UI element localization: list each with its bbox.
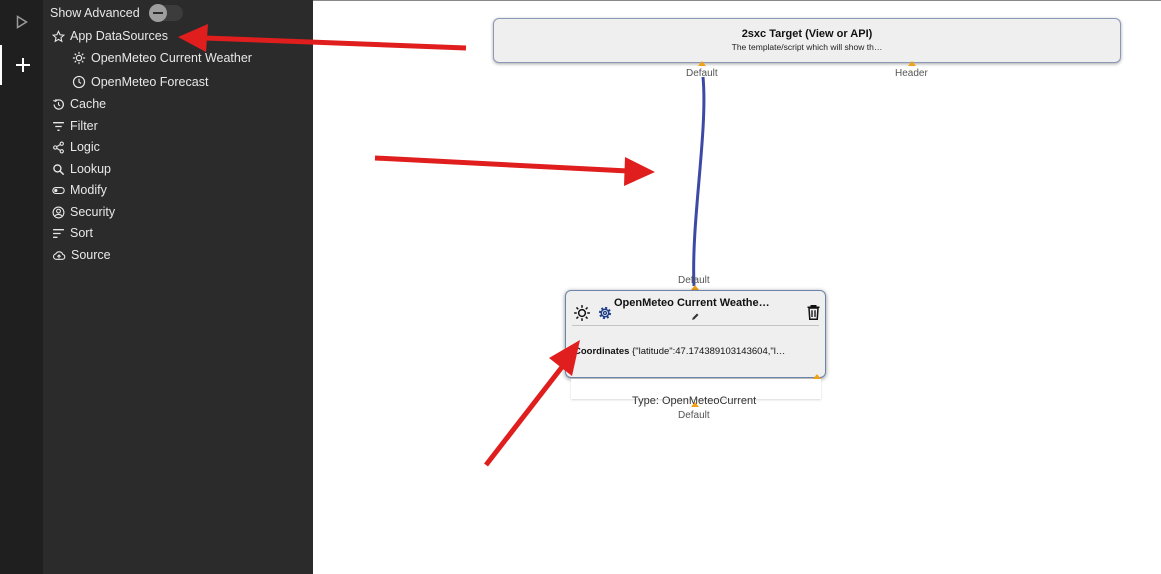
sidebar-item-label: OpenMeteo Current Weather xyxy=(91,51,252,65)
sidebar-item-label: Lookup xyxy=(70,162,112,176)
sidebar-item-modify[interactable]: Modify xyxy=(52,183,107,197)
sidebar-item-label: OpenMeteo Forecast xyxy=(91,75,209,89)
sidebar-item-label: Filter xyxy=(70,119,98,133)
search-icon xyxy=(53,163,65,175)
show-advanced-label: Show Advanced xyxy=(50,6,140,20)
sidebar-item-label: Sort xyxy=(70,226,93,240)
add-button[interactable] xyxy=(0,45,43,85)
sidebar-item-openmeteo-current[interactable]: OpenMeteo Current Weather xyxy=(72,51,252,65)
property-value: {"latitude":47.174389103143604,"l… xyxy=(632,346,786,357)
connection-line[interactable] xyxy=(313,1,1161,574)
datasource-out-port[interactable] xyxy=(691,402,699,407)
cloud-upload-icon xyxy=(53,250,66,260)
run-button[interactable] xyxy=(0,2,43,42)
sidebar-item-label: Security xyxy=(70,205,116,219)
sidebar-item-label: Modify xyxy=(70,183,107,197)
target-node[interactable]: 2sxc Target (View or API) The template/s… xyxy=(493,18,1121,63)
datasource-separator xyxy=(572,325,819,326)
show-advanced-row[interactable]: Show Advanced xyxy=(50,4,183,22)
datasource-panel: Show Advanced App DataSources OpenMeteo … xyxy=(43,0,313,574)
edit-pencil-icon[interactable] xyxy=(691,312,700,321)
left-rail xyxy=(0,0,43,574)
plus-icon xyxy=(15,58,30,72)
target-title: 2sxc Target (View or API) xyxy=(741,28,873,40)
datasource-property: Coordinates {"latitude":47.1743891031436… xyxy=(574,346,785,357)
datasource-node[interactable]: OpenMeteo Current Weathe… Coordinates {"… xyxy=(565,290,826,378)
property-name: Coordinates xyxy=(574,346,630,357)
share-icon xyxy=(53,141,64,153)
target-port-label-default: Default xyxy=(686,68,718,79)
query-canvas[interactable]: 2sxc Target (View or API) The template/s… xyxy=(313,0,1161,574)
sort-icon xyxy=(53,228,64,238)
target-in-port-default[interactable] xyxy=(698,61,706,66)
play-icon xyxy=(16,15,28,29)
delete-trash-icon[interactable] xyxy=(806,304,821,321)
datasource-title: OpenMeteo Current Weathe… xyxy=(614,297,770,309)
target-port-label-header: Header xyxy=(895,68,928,79)
sidebar-item-cache[interactable]: Cache xyxy=(52,97,106,111)
show-advanced-toggle[interactable] xyxy=(148,4,183,22)
sidebar-item-label: App DataSources xyxy=(70,29,168,43)
star-icon xyxy=(52,29,65,42)
sun-icon xyxy=(574,305,590,321)
sidebar-item-logic[interactable]: Logic xyxy=(52,140,100,154)
sidebar-item-security[interactable]: Security xyxy=(52,205,115,219)
sidebar-item-openmeteo-forecast[interactable]: OpenMeteo Forecast xyxy=(72,75,208,89)
settings-gear-icon[interactable] xyxy=(596,304,614,322)
sidebar-item-filter[interactable]: Filter xyxy=(52,119,98,133)
sidebar-item-source[interactable]: Source xyxy=(52,248,111,262)
sun-icon xyxy=(72,51,86,65)
sidebar-item-sort[interactable]: Sort xyxy=(52,226,93,240)
account-icon xyxy=(52,206,65,218)
sidebar-item-lookup[interactable]: Lookup xyxy=(52,162,111,176)
sidebar-item-label: Cache xyxy=(70,97,107,111)
clock-icon xyxy=(72,75,86,89)
sidebar-item-label: Source xyxy=(71,248,111,262)
target-description: The template/script which will show th… xyxy=(731,42,883,52)
sidebar-item-label: Logic xyxy=(70,140,100,154)
filter-icon xyxy=(53,121,64,131)
toggle-icon xyxy=(52,186,65,194)
sidebar-item-app-datasources[interactable]: App DataSources xyxy=(52,29,168,43)
datasource-out-port-label: Default xyxy=(678,410,710,421)
history-icon xyxy=(53,98,64,110)
target-in-port-header[interactable] xyxy=(908,61,916,66)
